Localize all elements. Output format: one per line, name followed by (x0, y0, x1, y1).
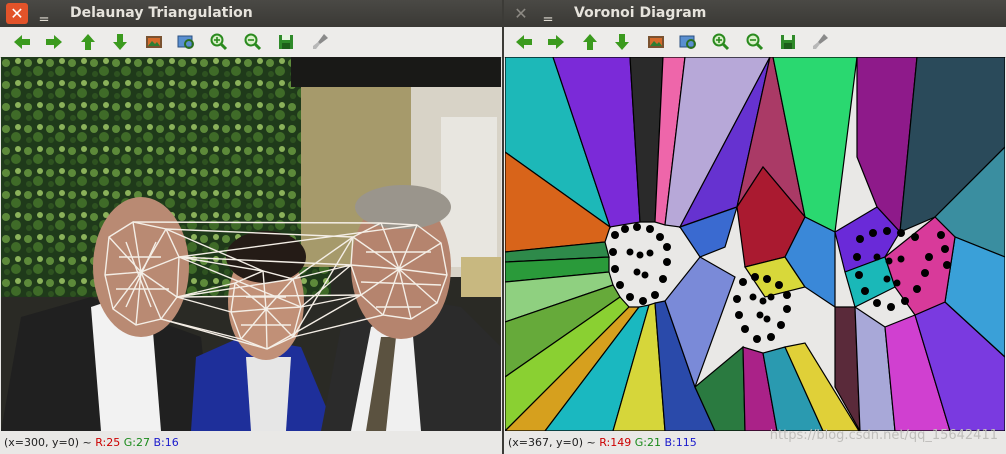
pixel-blue-value: B:115 (664, 436, 697, 449)
image-icon[interactable] (144, 32, 164, 52)
brush-icon[interactable] (810, 32, 830, 52)
pixel-blue-value: B:16 (153, 436, 179, 449)
image-icon[interactable] (646, 32, 666, 52)
cursor-coords: (x=367, y=0) ~ (508, 436, 600, 449)
minimize-button[interactable]: ‗ (34, 3, 54, 24)
brush-icon[interactable] (310, 32, 330, 52)
minimize-button[interactable]: ‗ (538, 3, 558, 24)
zoom-in-icon[interactable] (208, 32, 228, 52)
toolbar (504, 27, 1006, 58)
pixel-green-value: G:27 (123, 436, 150, 449)
voronoi-window: ✕ ‗ Voronoi Diagram (x=367, y=0) ~ R:149… (504, 0, 1006, 454)
voronoi-diagram (505, 57, 1005, 431)
zoom-fit-icon[interactable] (176, 32, 196, 52)
title-bar[interactable]: ✕ ‗ Voronoi Diagram (504, 0, 1006, 27)
toolbar (0, 27, 502, 58)
pixel-red-value: R:25 (95, 436, 121, 449)
cursor-coords: (x=300, y=0) ~ (4, 436, 96, 449)
delaunay-photo (1, 57, 501, 431)
pixel-green-value: G:21 (634, 436, 661, 449)
window-title: Voronoi Diagram (574, 5, 707, 21)
status-bar: (x=300, y=0) ~ R:25 G:27 B:16 (0, 432, 502, 454)
save-icon[interactable] (276, 32, 296, 52)
close-button[interactable]: ✕ (6, 3, 28, 24)
close-button[interactable]: ✕ (510, 3, 532, 24)
voronoi-image-canvas[interactable] (505, 57, 1005, 431)
arrow-up-icon[interactable] (580, 32, 600, 52)
arrow-right-icon[interactable] (44, 32, 64, 52)
arrow-left-icon[interactable] (514, 32, 534, 52)
watermark-text: https://blog.csdn.net/qq_15642411 (769, 428, 998, 443)
pixel-red-value: R:149 (599, 436, 632, 449)
title-bar[interactable]: ✕ ‗ Delaunay Triangulation (0, 0, 502, 27)
zoom-out-icon[interactable] (242, 32, 262, 52)
zoom-out-icon[interactable] (744, 32, 764, 52)
arrow-down-icon[interactable] (110, 32, 130, 52)
arrow-down-icon[interactable] (612, 32, 632, 52)
delaunay-image-canvas[interactable] (1, 57, 501, 431)
arrow-up-icon[interactable] (78, 32, 98, 52)
arrow-right-icon[interactable] (546, 32, 566, 52)
zoom-fit-icon[interactable] (678, 32, 698, 52)
save-icon[interactable] (778, 32, 798, 52)
arrow-left-icon[interactable] (12, 32, 32, 52)
zoom-in-icon[interactable] (710, 32, 730, 52)
delaunay-window: ✕ ‗ Delaunay Triangulation (x=300, y=0) … (0, 0, 502, 454)
window-title: Delaunay Triangulation (70, 5, 253, 21)
